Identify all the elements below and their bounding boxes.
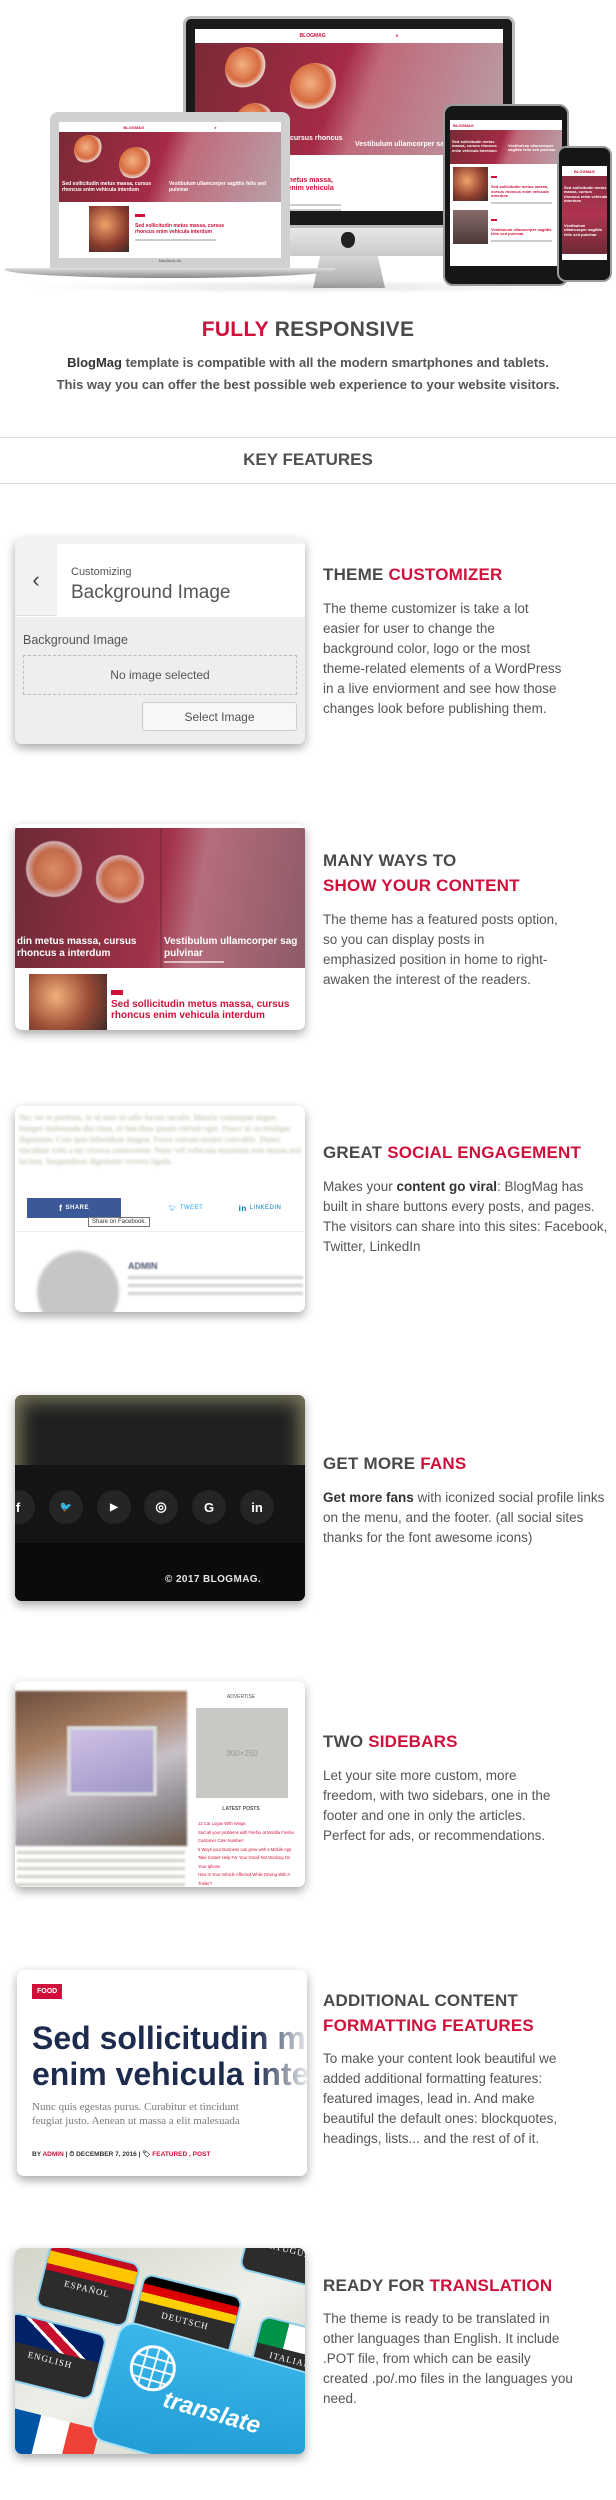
featured-caption: cursus rhoncus (290, 135, 343, 142)
post-card: Sed sollicitudin metus massa, cursus rho… (450, 164, 562, 207)
featured-caption: Vestibulum ullamcorper sag (355, 141, 449, 148)
feature-description: The theme has a featured posts option, s… (323, 912, 558, 987)
key-portugues: PORTUGUÊS (240, 2248, 305, 2288)
category-tag (111, 990, 123, 995)
facebook-share-button: f SHARE (27, 1198, 121, 1218)
intro-text: BlogMag template is compatible with all … (56, 355, 560, 392)
site-logo: BLOGMAG (453, 122, 474, 128)
list-item: Take Instant Help For Your Gmail Not Wor… (198, 1855, 291, 1869)
post-title: Sed sollicitudin metus massa, cursus rho… (135, 223, 225, 235)
ad-placeholder: 300×250 (196, 1708, 288, 1798)
feature-description: The theme is ready to be translated in o… (323, 2311, 573, 2406)
key-francais (15, 2407, 100, 2454)
chevron-left-icon: ‹ (32, 567, 40, 592)
key-espanol: ESPAÑOL (36, 2248, 140, 2326)
featured-slider: Sed sollicitudin metus massa, cursus rho… (450, 130, 562, 164)
post-meta: BY ADMIN | ⏱ DECEMBER 7, 2016 | 🏷︎ FEATU… (32, 2151, 211, 2158)
linkedin-icon: in (238, 1203, 247, 1213)
widget-title: LATEST POSTS (222, 1806, 260, 1812)
iphone-mockup: BLOGMAG Sed sollicitudin metus massa, cu… (557, 146, 612, 282)
featured-caption: din metus massa, cursus rhoncus a interd… (17, 936, 137, 959)
post-title: Sed sollicitudin metus massa, cursus rho… (111, 999, 290, 1021)
instagram-icon: ◎ (144, 1490, 178, 1524)
divider (0, 437, 616, 438)
select-image-button: Select Image (142, 702, 297, 731)
formatting-screenshot: FOOD Sed sollicitudin met enim vehicula … (17, 1970, 307, 2176)
widget-title: ADVERTISE (226, 1694, 256, 1700)
list-item: 5 Ways your Business can grow with a Mob… (198, 1846, 292, 1852)
site-logo: BLOGMAG (123, 124, 145, 130)
google-icon: G (192, 1490, 226, 1524)
search-icon: ⌕ (214, 124, 217, 130)
translation-screenshot: ESPAÑOL DEUTSCH ENGLISH ITALIANO PORTUGU… (15, 2248, 305, 2454)
laptop-label: MacBook Air (158, 258, 182, 263)
ipad-screen: BLOGMAG Sed sollicitudin metus massa, cu… (450, 120, 562, 266)
image-dropzone: No image selected (23, 655, 297, 695)
feature-description: The theme customizer is take a lot easie… (323, 601, 562, 716)
feature-description: Let your site more custom, more freedom,… (323, 1768, 551, 1843)
facebook-icon: f (58, 1203, 63, 1213)
feature-title: MANY WAYS TO SHOW YOUR CONTENT (323, 851, 520, 895)
avatar (37, 1251, 119, 1312)
apple-logo-icon (341, 232, 355, 248)
featured-caption: Sed sollicitudin metus massa, cursus rho… (62, 181, 152, 193)
featured-slider: Sed sollicitudin metus massa, cursus rho… (59, 132, 281, 202)
feature-title: GET MORE FANS (323, 1454, 467, 1473)
feature-title: ADDITIONAL CONTENT FORMATTING FEATURES (323, 1991, 534, 2035)
macbook-mockup: BLOGMAG ⌕ Sed sollicitudin metus massa, … (5, 112, 335, 282)
divider (0, 483, 616, 484)
feature-title: THEME CUSTOMIZER (323, 565, 503, 584)
social-share-screenshot: Nec mi in pretium, in id sem id odio luc… (15, 1106, 305, 1312)
twitter-icon: 🐦 (49, 1490, 83, 1524)
customizer-screenshot: ‹ Customizing Background Image Backgroun… (15, 538, 305, 744)
feature-title: READY FOR TRANSLATION (323, 2276, 553, 2295)
featured-caption: Vestibulum ullamcorper sagittis felis se… (169, 181, 266, 193)
author-name: ADMIN (128, 1261, 158, 1271)
copyright: © 2017 BLOGMAG. (165, 1574, 262, 1585)
twitter-icon: 🐦︎ (168, 1205, 177, 1212)
category-tag: FOOD (32, 1984, 63, 1999)
latest-posts-list: 12 Car Logos With Wings Sort all your pr… (198, 1820, 298, 1887)
hero-devices: BLOGMAG ⌕ cursus rhoncus Vestibulum ulla… (0, 0, 616, 300)
featured-posts-screenshot: din metus massa, cursus rhoncus a interd… (15, 824, 305, 1030)
list-item: How Is Your Vehicle Affected While Drivi… (198, 1872, 291, 1886)
feature-title: GREAT SOCIAL ENGAGEMENT (323, 1143, 582, 1162)
feature-description: Get more fans with iconized social profi… (323, 1490, 605, 1545)
site-logo: BLOGMAG (299, 33, 326, 39)
feature-description: Makes your content go viral: BlogMag has… (323, 1179, 608, 1254)
post-card: Vestibulum ullamcorper sagittis felis se… (450, 207, 562, 247)
feature-title: TWO SIDEBARS (323, 1732, 458, 1751)
tooltip: Share on Facebook. (88, 1217, 151, 1227)
list-item: Sort all your problems with Firefox at M… (198, 1829, 295, 1844)
list-item: 12 Car Logos With Wings (198, 1821, 246, 1826)
linkedin-icon: in (240, 1490, 274, 1524)
brand-name: BlogMag (67, 355, 122, 370)
search-icon: ⌕ (395, 33, 399, 39)
iphone-screen: BLOGMAG Sed sollicitudin metus massa, cu… (562, 166, 607, 260)
youtube-icon: ▶ (97, 1490, 131, 1524)
featured-caption: Vestibulum ullamcorper sag pulvinar (164, 936, 298, 959)
key-features-heading: KEY FEATURES (243, 450, 373, 469)
linkedin-share-button: in LINKEDIN (238, 1203, 282, 1213)
tag-icon: 🏷︎ (142, 2151, 153, 2158)
intro-heading: FULLY RESPONSIVE (201, 318, 415, 341)
post-card: Sed sollicitudin metus massa, cursus rho… (59, 202, 281, 256)
social-footer-screenshot: f 🐦 ▶ ◎ G in © 2017 BLOGMAG. (15, 1395, 305, 1601)
feature-description: To make your content look beautiful we a… (323, 2051, 558, 2146)
key-english: ENGLISH (15, 2313, 106, 2399)
macbook-screen: BLOGMAG ⌕ Sed sollicitudin metus massa, … (59, 122, 281, 258)
sidebars-screenshot: ADVERTISE 300×250 LATEST POSTS 12 Car Lo… (15, 1681, 305, 1887)
post-thumbnail (29, 974, 107, 1030)
ipad-mockup: BLOGMAG Sed sollicitudin metus massa, cu… (443, 104, 569, 286)
